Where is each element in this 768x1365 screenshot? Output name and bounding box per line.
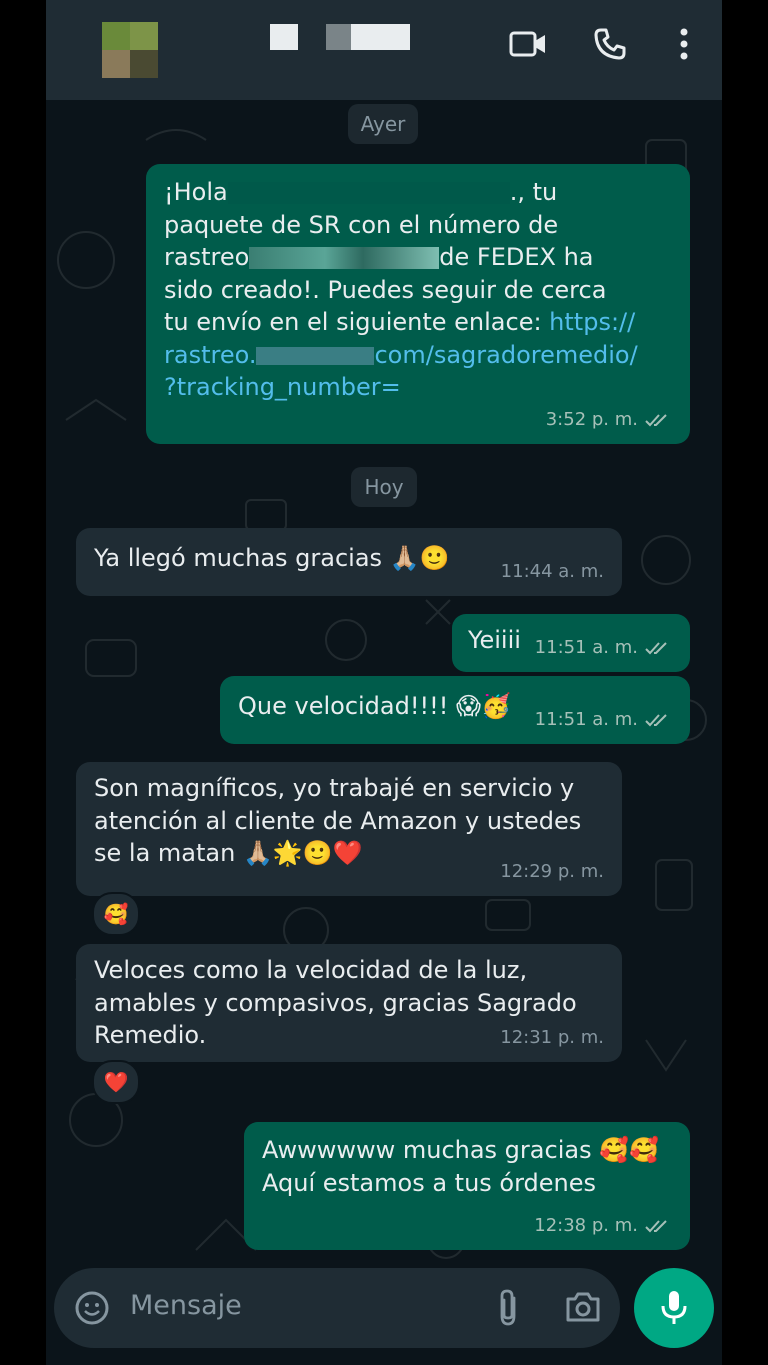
message-text: ¡Hola., tu paquete de SR con el número d…	[164, 178, 638, 401]
chat-header	[46, 0, 722, 100]
date-chip-today: Hoy	[351, 467, 417, 507]
message-meta: 12:38 p. m.	[534, 1210, 672, 1243]
message-reaction[interactable]: 🥰	[92, 892, 140, 936]
message-time: 12:38 p. m.	[534, 1214, 638, 1236]
message-bubble-incoming[interactable]: Ya llegó muchas gracias 🙏🏼🙂 11:44 a. m.	[76, 528, 622, 596]
reaction-emoji: ❤️	[103, 1070, 129, 1094]
message-meta: 11:51 a. m.	[535, 704, 672, 737]
message-time: 11:44 a. m.	[500, 560, 604, 582]
message-meta: 12:29 p. m.	[500, 856, 604, 889]
read-receipt-icon	[645, 642, 667, 655]
mic-button[interactable]	[634, 1268, 714, 1348]
message-time: 11:51 a. m.	[534, 708, 638, 730]
message-reaction[interactable]: ❤️	[92, 1060, 140, 1104]
chat-screen: Ayer ¡Hola., tu paquete de SR con el núm…	[46, 0, 722, 1365]
message-time: 3:52 p. m.	[545, 408, 638, 430]
message-meta: 11:51 a. m.	[535, 632, 672, 665]
message-text: Awwwwww muchas gracias 🥰🥰 Aquí estamos a…	[262, 1136, 659, 1197]
message-bubble-outgoing[interactable]: Awwwwww muchas gracias 🥰🥰 Aquí estamos a…	[244, 1122, 690, 1250]
camera-icon[interactable]	[564, 1290, 602, 1328]
emoji-icon[interactable]	[74, 1290, 110, 1330]
more-options-icon[interactable]	[662, 26, 706, 62]
message-bubble-outgoing[interactable]: Yeiiii 11:51 a. m.	[452, 614, 690, 672]
message-meta: 11:44 a. m.	[501, 556, 604, 589]
redacted-link-part	[256, 346, 375, 365]
redacted-name	[227, 182, 510, 204]
message-bubble-incoming[interactable]: Son magníficos, yo trabajé en servicio y…	[76, 762, 622, 896]
read-receipt-icon	[645, 414, 667, 427]
message-input[interactable]: Mensaje	[130, 1290, 242, 1321]
tracking-link[interactable]: https://	[549, 308, 635, 336]
tracking-link[interactable]: ?tracking_number=	[164, 373, 401, 401]
message-meta: 12:31 p. m.	[500, 1022, 604, 1055]
date-chip-yesterday: Ayer	[348, 104, 418, 144]
message-meta: 3:52 p. m.	[546, 404, 672, 437]
phone-icon[interactable]	[588, 26, 632, 62]
read-receipt-icon	[645, 714, 667, 727]
attach-icon[interactable]	[494, 1288, 522, 1332]
message-time: 12:29 p. m.	[500, 860, 604, 882]
redacted-tracking-number	[249, 247, 440, 269]
message-bubble-incoming[interactable]: Veloces como la velocidad de la luz, ama…	[76, 944, 622, 1062]
video-call-icon[interactable]	[506, 26, 550, 62]
mic-icon	[661, 1291, 687, 1324]
contact-name-redacted[interactable]	[270, 24, 298, 50]
message-composer: Mensaje	[54, 1268, 620, 1348]
contact-status-redacted[interactable]	[326, 24, 410, 50]
message-time: 11:51 a. m.	[534, 636, 638, 658]
tracking-link[interactable]: rastreo. com/sagradoremedio/	[164, 341, 638, 369]
read-receipt-icon	[645, 1220, 667, 1233]
message-bubble-outgoing[interactable]: Que velocidad!!!! 😱🥳 11:51 a. m.	[220, 676, 690, 744]
message-time: 12:31 p. m.	[500, 1026, 604, 1048]
contact-avatar[interactable]	[102, 22, 158, 78]
reaction-emoji: 🥰	[103, 902, 129, 926]
message-bubble-outgoing[interactable]: ¡Hola., tu paquete de SR con el número d…	[146, 164, 690, 444]
